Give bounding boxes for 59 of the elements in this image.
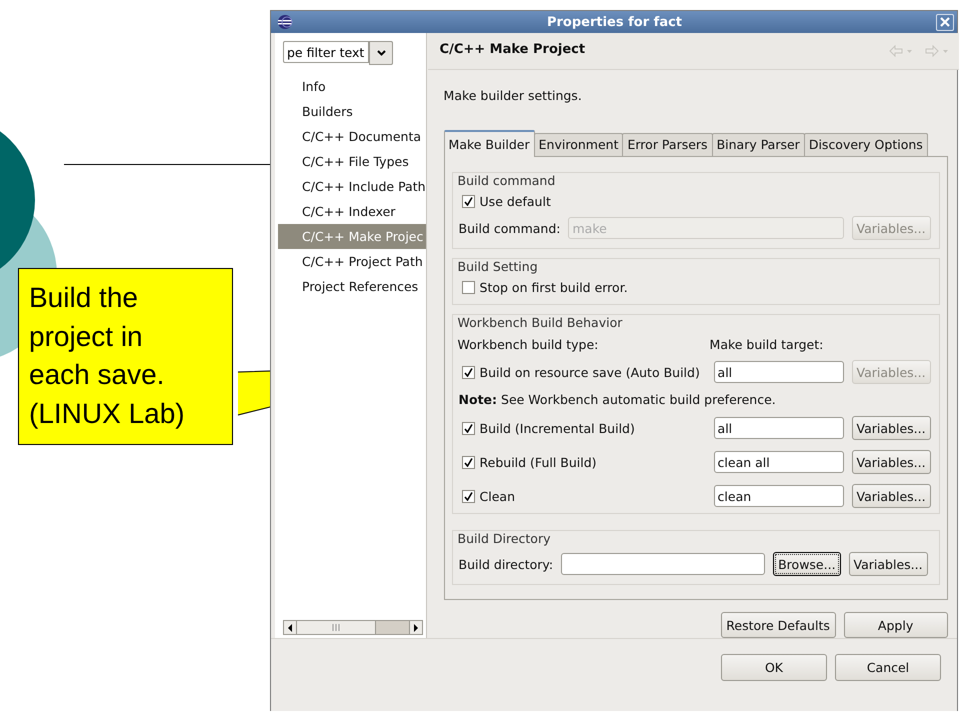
right-arrow-icon[interactable] xyxy=(412,624,419,632)
checkbox-label: Build (Incremental Build) xyxy=(480,420,635,436)
target-field[interactable]: clean xyxy=(714,485,844,507)
checkbox-label: Clean xyxy=(480,488,516,504)
column-header: Workbench build type: xyxy=(458,336,600,352)
checkbox-label: Stop on first build error. xyxy=(480,280,628,294)
ok-button[interactable]: OK xyxy=(721,654,827,681)
checkbox-label: Use default xyxy=(480,194,551,208)
dropdown-button[interactable] xyxy=(369,41,393,65)
variables-button[interactable]: Variables... xyxy=(852,416,931,440)
checkbox-label: Rebuild (Full Build) xyxy=(480,454,597,470)
group-title: Build Directory xyxy=(458,531,554,547)
field-label: Build directory: xyxy=(458,556,554,572)
checkbox[interactable] xyxy=(462,456,475,468)
checkbox[interactable] xyxy=(462,422,475,434)
grip-icon xyxy=(332,624,340,631)
callout-text: Build the project in each save. (LINUX Lab) xyxy=(18,268,233,445)
restore-defaults-button[interactable]: Restore Defaults xyxy=(720,612,836,638)
variables-button[interactable]: Variables... xyxy=(848,552,928,576)
target-field[interactable]: all xyxy=(714,361,844,383)
checkbox-label: Build on resource save (Auto Build) xyxy=(480,364,700,380)
apply-button[interactable]: Apply xyxy=(844,612,948,638)
filter-field[interactable]: pe filter text xyxy=(283,41,369,63)
checkbox[interactable] xyxy=(462,490,475,502)
nav-item[interactable]: Info xyxy=(278,74,426,99)
note-text: Note: See Workbench automatic build preference. xyxy=(458,391,777,409)
nav-item[interactable]: C/C++ Project Path xyxy=(278,249,426,274)
description-text: Make builder settings. xyxy=(444,88,583,104)
tab[interactable]: Make Builder xyxy=(444,130,535,157)
tab[interactable]: Error Parsers xyxy=(622,133,713,156)
checkbox[interactable] xyxy=(462,194,475,208)
tab[interactable]: Environment xyxy=(534,133,624,156)
variables-button[interactable]: Variables... xyxy=(852,484,931,508)
column-header: Make build target: xyxy=(710,336,824,352)
checkbox[interactable] xyxy=(462,366,475,378)
browse-button[interactable]: Browse... xyxy=(773,552,841,576)
nav-item[interactable]: Builders xyxy=(278,99,426,124)
page-title: C/C++ Make Project xyxy=(440,42,586,56)
variables-button[interactable]: Variables... xyxy=(852,450,931,474)
nav-item[interactable]: C/C++ Include Path xyxy=(278,174,426,199)
tab[interactable]: Discovery Options xyxy=(804,133,928,156)
window-title: Properties for fact xyxy=(546,14,684,30)
nav-item[interactable]: Project References xyxy=(278,274,426,299)
close-icon xyxy=(940,17,950,27)
directory-field[interactable] xyxy=(561,553,766,575)
cancel-button[interactable]: Cancel xyxy=(835,654,941,681)
nav-item[interactable]: C/C++ Documenta xyxy=(278,124,426,149)
field-label: Build command: xyxy=(458,220,560,236)
caret-icon xyxy=(376,50,386,56)
horizontal-scrollbar[interactable] xyxy=(283,620,423,635)
target-field[interactable]: all xyxy=(714,417,844,439)
checkbox[interactable] xyxy=(462,280,475,294)
close-button[interactable] xyxy=(936,14,954,30)
nav-item[interactable]: C/C++ File Types xyxy=(278,149,426,174)
target-field[interactable]: clean all xyxy=(714,451,844,473)
left-arrow-icon[interactable] xyxy=(287,624,293,632)
nav-item[interactable]: C/C++ Indexer xyxy=(278,199,426,224)
globe-icon xyxy=(278,15,292,29)
tab[interactable]: Binary Parser xyxy=(712,133,805,156)
